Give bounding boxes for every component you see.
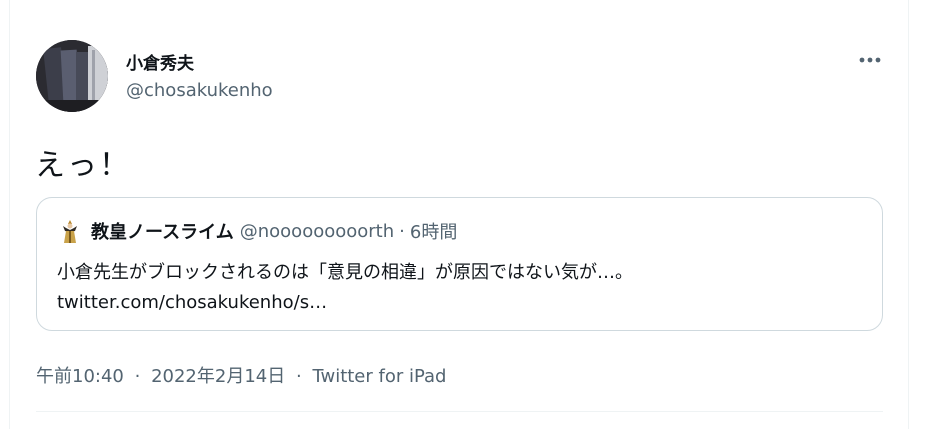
author-handle[interactable]: @chosakukenho xyxy=(126,80,273,101)
author-avatar[interactable] xyxy=(36,40,108,112)
more-options-button[interactable] xyxy=(858,48,882,72)
quoted-tweet-header: 教皇ノースライム @nooooooooorth · 6時間 xyxy=(57,218,457,244)
separator-dot: · xyxy=(134,366,141,387)
tweet-date[interactable]: 2022年2月14日 xyxy=(151,366,285,387)
separator-dot: · xyxy=(399,220,405,242)
quoted-tweet-text: 小倉先生がブロックされるのは「意見の相違」が原因ではない気が…。 xyxy=(57,262,633,283)
quoted-tweet-time[interactable]: 6時間 xyxy=(410,218,457,244)
tweet-client[interactable]: Twitter for iPad xyxy=(312,366,446,387)
more-horizontal-icon xyxy=(859,57,881,63)
pope-figure-icon xyxy=(57,218,83,244)
separator-dot: · xyxy=(295,366,302,387)
tweet-card: 小倉秀夫 @chosakukenho えっ！ 教皇ノースライム @noooooo… xyxy=(9,0,909,429)
avatar-image xyxy=(36,40,108,112)
tweet-text: えっ！ xyxy=(35,148,131,183)
quoted-author-name[interactable]: 教皇ノースライム xyxy=(91,218,234,244)
quoted-tweet-body: 小倉先生がブロックされるのは「意見の相違」が原因ではない気が…。 twitter… xyxy=(57,258,857,318)
divider xyxy=(36,411,883,412)
author-name[interactable]: 小倉秀夫 xyxy=(126,49,194,74)
tweet-metadata: 午前10:40 · 2022年2月14日 · Twitter for iPad xyxy=(36,362,446,388)
quoted-tweet-link[interactable]: twitter.com/chosakukenho/s… xyxy=(57,288,857,318)
quoted-tweet[interactable]: 教皇ノースライム @nooooooooorth · 6時間 小倉先生がブロックさ… xyxy=(36,197,883,331)
tweet-time[interactable]: 午前10:40 xyxy=(36,366,124,387)
quoted-author-handle[interactable]: @nooooooooorth xyxy=(240,221,394,242)
